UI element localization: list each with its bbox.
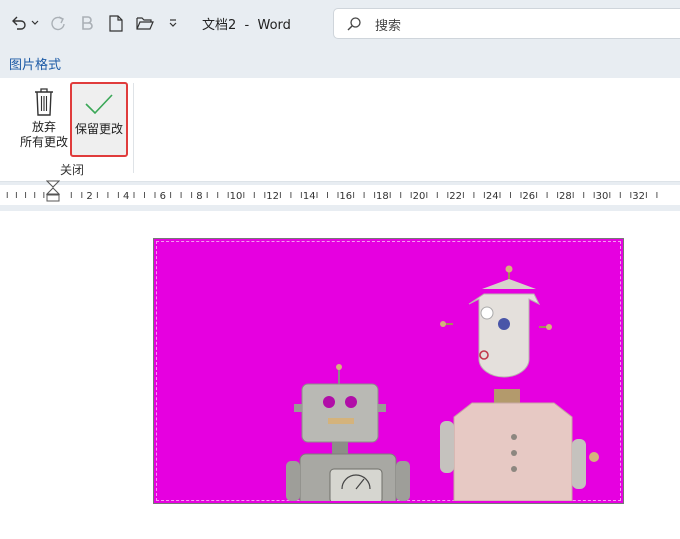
ruler-label: 4	[123, 191, 129, 202]
document-title: 文档2 - Word	[202, 18, 291, 33]
ribbon: 放弃 所有更改 保留更改 关闭	[0, 78, 680, 182]
ruler-label: 26	[522, 191, 535, 202]
open-folder-icon[interactable]	[134, 12, 156, 34]
ruler-label: 12	[266, 191, 279, 202]
ruler-label: 10	[230, 191, 243, 202]
trash-icon	[14, 84, 74, 120]
keep-changes-label: 保留更改	[74, 122, 123, 136]
ribbon-tab-bar: 图片格式	[0, 47, 680, 78]
discard-label-line2: 所有更改	[19, 135, 68, 149]
ruler-label: 18	[376, 191, 389, 202]
ruler-label: 2	[86, 191, 92, 202]
chevron-down-icon[interactable]	[30, 12, 40, 34]
ruler-label: 8	[196, 191, 202, 202]
discard-label-line1: 放弃	[31, 120, 56, 134]
discard-all-changes-button[interactable]: 放弃 所有更改	[14, 82, 74, 156]
ruler-label: 20	[413, 191, 426, 202]
ruler-label: 6	[160, 191, 166, 202]
title-bar: 文档2 - Word 搜索	[0, 0, 680, 47]
group-label-close: 关闭	[60, 163, 85, 177]
ruler-label: 22	[449, 191, 462, 202]
ruler-label: 14	[303, 191, 316, 202]
ruler-label: 32	[632, 191, 645, 202]
search-box[interactable]: 搜索	[333, 8, 680, 39]
redo-icon[interactable]	[47, 12, 69, 34]
search-icon	[346, 16, 362, 36]
new-document-icon[interactable]	[106, 12, 126, 34]
customize-toolbar-icon[interactable]	[165, 12, 181, 34]
ruler-label: 30	[596, 191, 609, 202]
group-divider	[133, 83, 134, 173]
keep-changes-button[interactable]: 保留更改	[70, 82, 128, 157]
tab-picture-format[interactable]: 图片格式	[9, 54, 61, 73]
selected-picture[interactable]	[153, 238, 624, 504]
ruler-label: 24	[486, 191, 499, 202]
horizontal-ruler[interactable]: 2 4 6 8 10 12 14 16 18 20 22 24 26 28 30 32	[0, 180, 680, 205]
robots-image	[286, 265, 599, 501]
ruler-label: 28	[559, 191, 572, 202]
checkmark-icon	[72, 86, 126, 122]
bold-icon[interactable]	[78, 12, 96, 34]
undo-icon[interactable]	[8, 12, 30, 34]
search-placeholder: 搜索	[375, 19, 402, 34]
ruler-label: 16	[339, 191, 352, 202]
